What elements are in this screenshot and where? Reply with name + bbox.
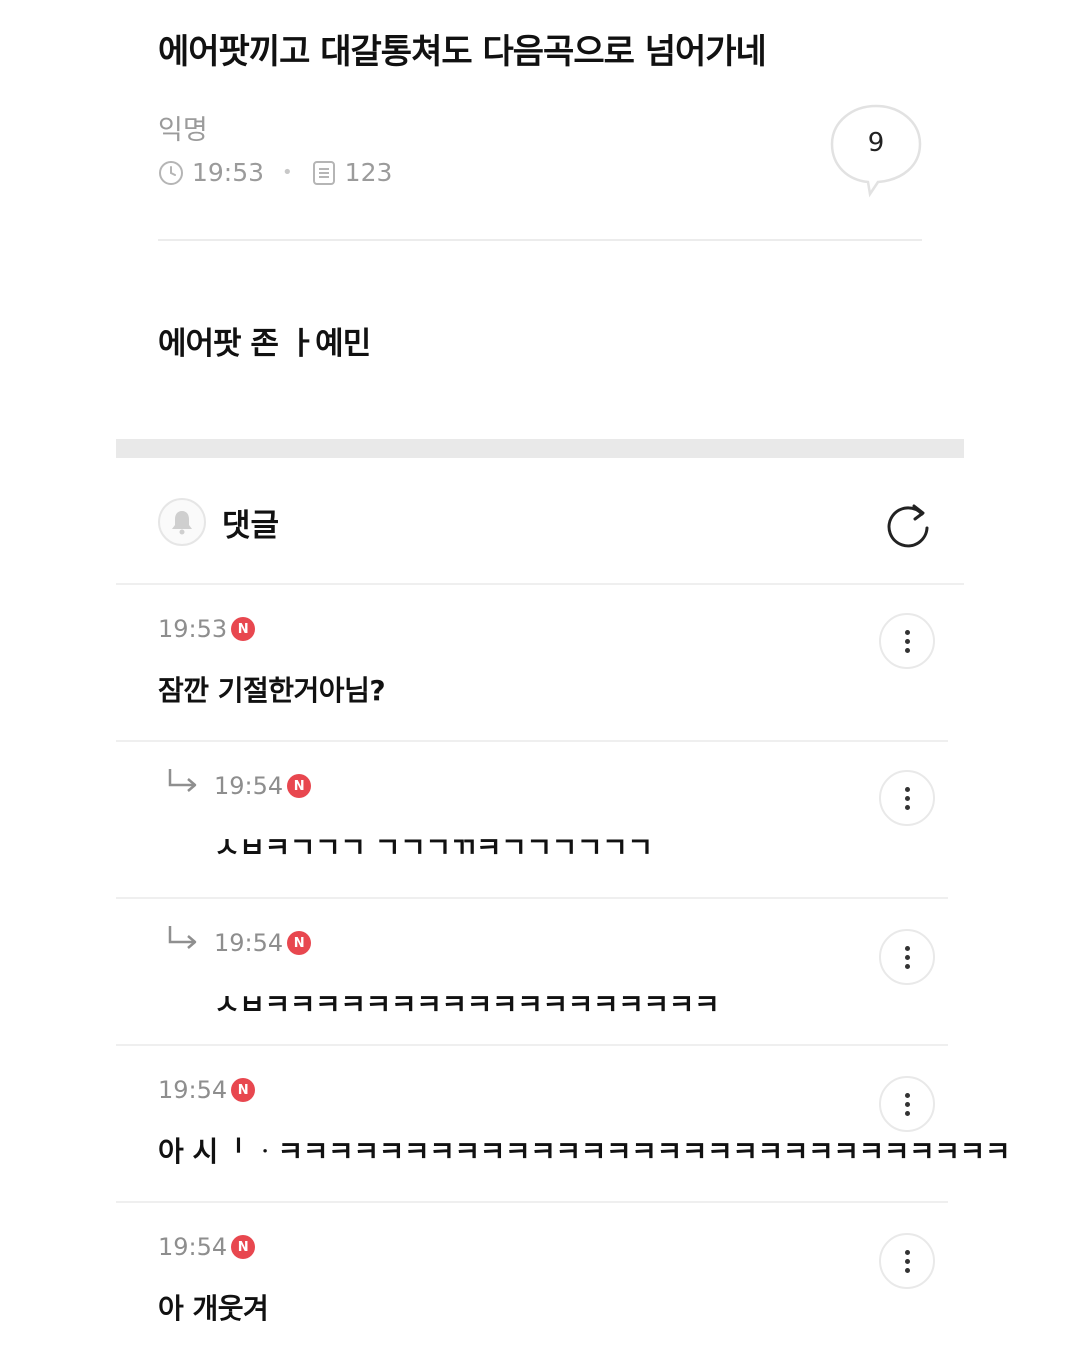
post-author: 익명: [158, 115, 208, 146]
reply-item: 19:54 N ㅅㅂㅋㄱㄱㄱ ㄱㄱㄱㄲㅋㄱㄱㄱㄱㄱㄱ: [116, 740, 948, 898]
more-options-button[interactable]: [879, 929, 935, 985]
post-title: 에어팟끼고 대갈통쳐도 다음곡으로 넘어가네: [158, 32, 767, 72]
meta-separator: •: [282, 162, 293, 183]
comment-text: 아 개웃겨: [158, 1292, 269, 1325]
comments-label: 댓글: [222, 507, 280, 544]
new-badge: N: [231, 1078, 256, 1102]
comment-time: 19:54: [158, 1076, 228, 1104]
reply-item: 19:54 N ㅅㅂㅋㅋㅋㅋㅋㅋㅋㅋㅋㅋㅋㅋㅋㅋㅋㅋㅋㅋ: [116, 897, 948, 1045]
more-vertical-icon: [904, 1249, 910, 1255]
header-divider: [158, 239, 922, 241]
refresh-button[interactable]: [880, 498, 936, 554]
more-options-button[interactable]: [879, 1076, 935, 1132]
comment-count-button[interactable]: 9: [828, 102, 924, 198]
more-options-button[interactable]: [879, 770, 935, 826]
more-options-button[interactable]: [879, 1233, 935, 1289]
refresh-icon: [887, 504, 929, 548]
comment-text: ㅅㅂㅋㄱㄱㄱ ㄱㄱㄱㄲㅋㄱㄱㄱㄱㄱㄱ: [214, 831, 653, 864]
post-meta: 19:53 • 123: [158, 158, 392, 187]
post-views: 123: [344, 158, 393, 187]
comment-time: 19:54: [158, 1233, 228, 1261]
more-vertical-icon: [904, 1092, 910, 1098]
new-badge: N: [287, 774, 312, 798]
post-time: 19:53: [192, 158, 265, 187]
comment-count: 9: [867, 128, 885, 158]
more-vertical-icon: [904, 786, 910, 792]
more-options-button[interactable]: [879, 613, 935, 669]
new-badge: N: [231, 1235, 256, 1259]
comment-text: ㅅㅂㅋㅋㅋㅋㅋㅋㅋㅋㅋㅋㅋㅋㅋㅋㅋㅋㅋㅋ: [214, 988, 720, 1021]
comment-item: 19:54 N 아 시ᅵ ᆞㅋㅋㅋㅋㅋㅋㅋㅋㅋㅋㅋㅋㅋㅋㅋㅋㅋㅋㅋㅋㅋㅋㅋㅋㅋㅋ…: [116, 1044, 1011, 1202]
bell-icon: [172, 511, 192, 535]
comment-item: 19:54 N 아 개웃겨: [116, 1201, 948, 1350]
notification-toggle[interactable]: [158, 498, 206, 546]
reply-arrow-icon: [168, 769, 197, 792]
comment-time: 19:53: [158, 615, 228, 643]
post-body: 에어팟 존 ㅏ예민: [158, 326, 371, 362]
more-vertical-icon: [904, 629, 910, 635]
new-badge: N: [231, 617, 256, 641]
comment-text: 아 시ᅵ ᆞㅋㅋㅋㅋㅋㅋㅋㅋㅋㅋㅋㅋㅋㅋㅋㅋㅋㅋㅋㅋㅋㅋㅋㅋㅋㅋㅋㅋㅋ: [158, 1135, 1011, 1168]
comment-item: 19:53 N 잠깐 기절한거아님?: [116, 583, 964, 741]
comment-time: 19:54: [214, 929, 284, 957]
comment-text: 잠깐 기절한거아님?: [158, 674, 386, 707]
clock-icon: [158, 160, 184, 186]
more-vertical-icon: [904, 945, 910, 951]
comments-header: 댓글: [158, 498, 279, 546]
reply-arrow-icon: [168, 926, 197, 949]
new-badge: N: [287, 931, 312, 955]
section-separator: [116, 439, 964, 458]
document-icon: [311, 160, 337, 186]
comment-time: 19:54: [214, 772, 284, 800]
